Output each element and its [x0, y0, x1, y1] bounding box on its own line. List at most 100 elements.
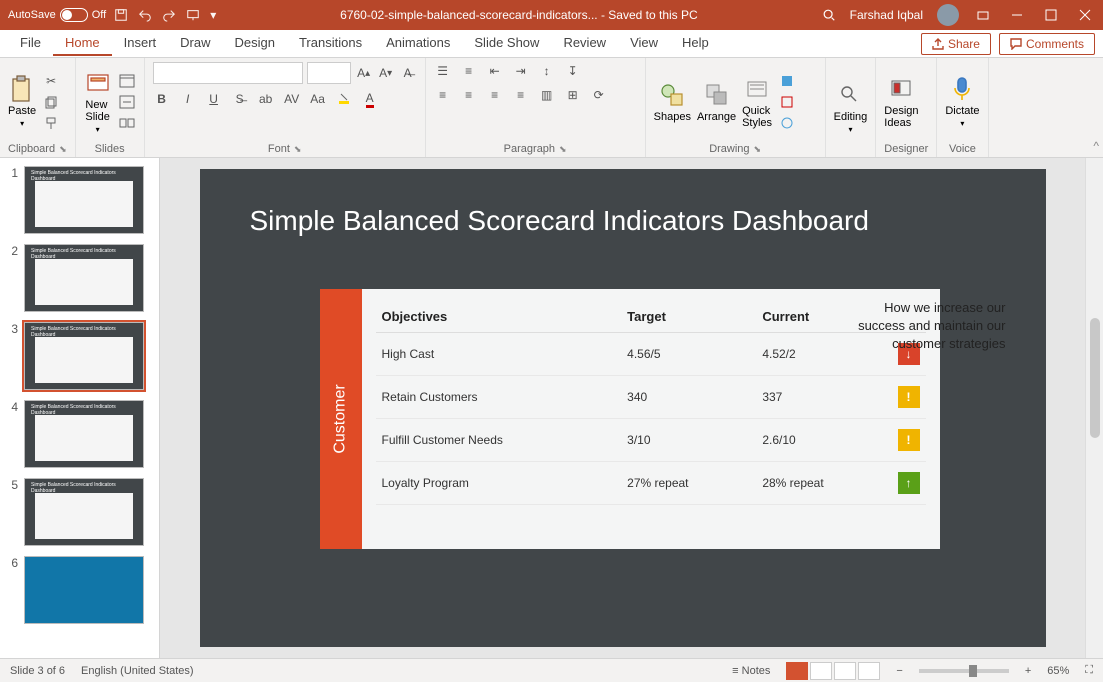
cut-icon[interactable]: ✂ [42, 72, 60, 90]
zoom-in-icon[interactable]: + [1025, 665, 1031, 677]
font-size-input[interactable] [307, 62, 351, 84]
save-icon[interactable] [114, 8, 128, 22]
comments-button[interactable]: Comments [999, 33, 1095, 55]
notes-button[interactable]: ≡ Notes [732, 665, 770, 677]
arrange-button[interactable]: Arrange [697, 81, 736, 123]
fit-window-icon[interactable]: ⛶ [1085, 664, 1093, 677]
zoom-slider[interactable] [919, 669, 1009, 673]
shape-outline-icon[interactable] [778, 93, 796, 111]
bold-icon[interactable]: B [153, 90, 171, 108]
ribbon-options-icon[interactable] [973, 5, 993, 25]
shape-effects-icon[interactable] [778, 114, 796, 132]
tab-animations[interactable]: Animations [374, 31, 462, 56]
slide-title[interactable]: Simple Balanced Scorecard Indicators Das… [250, 205, 869, 237]
section-icon[interactable] [118, 114, 136, 132]
thumbnail-3[interactable]: 3Simple Balanced Scorecard Indicators Da… [4, 322, 155, 390]
italic-icon[interactable]: I [179, 90, 197, 108]
font-color-icon[interactable]: A [361, 90, 379, 108]
dictate-button[interactable]: Dictate▾ [945, 75, 979, 128]
thumbnail-2[interactable]: 2Simple Balanced Scorecard Indicators Da… [4, 244, 155, 312]
format-painter-icon[interactable] [42, 114, 60, 132]
dialog-launcher-icon[interactable]: ⬊ [294, 144, 302, 155]
numbering-icon[interactable]: ≡ [460, 62, 478, 80]
zoom-out-icon[interactable]: − [896, 665, 902, 677]
autosave-toggle[interactable]: AutoSave Off [8, 8, 106, 22]
font-name-input[interactable] [153, 62, 303, 84]
align-center-icon[interactable]: ≡ [460, 86, 478, 104]
design-ideas-button[interactable]: Design Ideas [884, 75, 918, 129]
autosave-state: Off [92, 9, 106, 21]
sorter-view-icon[interactable] [810, 662, 832, 680]
collapse-ribbon-icon[interactable]: ^ [1093, 139, 1099, 153]
tab-review[interactable]: Review [551, 31, 618, 56]
columns-icon[interactable]: ▥ [538, 86, 556, 104]
present-icon[interactable] [186, 8, 200, 22]
paste-button[interactable]: Paste▾ [8, 75, 36, 128]
line-spacing-icon[interactable]: ↕ [538, 62, 556, 80]
minimize-icon[interactable] [1007, 5, 1027, 25]
thumbnail-5[interactable]: 5Simple Balanced Scorecard Indicators Da… [4, 478, 155, 546]
slide-editor[interactable]: Simple Balanced Scorecard Indicators Das… [160, 158, 1085, 658]
tab-draw[interactable]: Draw [168, 31, 222, 56]
smartart-icon[interactable]: ⟳ [590, 86, 608, 104]
align-left-icon[interactable]: ≡ [434, 86, 452, 104]
side-description[interactable]: How we increase our success and maintain… [846, 299, 1006, 354]
share-button[interactable]: Share [921, 33, 991, 55]
align-text-icon[interactable]: ⊞ [564, 86, 582, 104]
tab-file[interactable]: File [8, 31, 53, 56]
undo-icon[interactable] [138, 8, 152, 22]
thumbnail-1[interactable]: 1Simple Balanced Scorecard Indicators Da… [4, 166, 155, 234]
editing-button[interactable]: Editing▾ [834, 81, 868, 134]
search-icon[interactable] [822, 8, 836, 22]
shapes-button[interactable]: Shapes [654, 81, 691, 123]
copy-icon[interactable] [42, 93, 60, 111]
dialog-launcher-icon[interactable]: ⬊ [754, 144, 762, 155]
case-icon[interactable]: Aa [309, 90, 327, 108]
thumbnail-6[interactable]: 6 [4, 556, 155, 624]
new-slide-button[interactable]: New Slide▾ [84, 69, 112, 134]
tab-slide-show[interactable]: Slide Show [462, 31, 551, 56]
vertical-scrollbar[interactable] [1085, 158, 1103, 658]
tab-transitions[interactable]: Transitions [287, 31, 374, 56]
quick-styles-button[interactable]: Quick Styles [742, 75, 772, 129]
highlight-icon[interactable] [335, 90, 353, 108]
tab-insert[interactable]: Insert [112, 31, 169, 56]
reading-view-icon[interactable] [834, 662, 856, 680]
shadow-icon[interactable]: ab [257, 90, 275, 108]
strike-icon[interactable]: S̶ [231, 90, 249, 108]
slide-canvas[interactable]: Simple Balanced Scorecard Indicators Das… [200, 169, 1046, 647]
justify-icon[interactable]: ≡ [512, 86, 530, 104]
more-icon[interactable]: ▾ [210, 8, 216, 22]
underline-icon[interactable]: U [205, 90, 223, 108]
layout-icon[interactable] [118, 72, 136, 90]
group-designer: Design Ideas Designer [876, 58, 937, 157]
align-right-icon[interactable]: ≡ [486, 86, 504, 104]
increase-font-icon[interactable]: A▴ [355, 64, 373, 82]
thumbnail-4[interactable]: 4Simple Balanced Scorecard Indicators Da… [4, 400, 155, 468]
slide-counter[interactable]: Slide 3 of 6 [10, 665, 65, 677]
shape-fill-icon[interactable] [778, 72, 796, 90]
reset-icon[interactable] [118, 93, 136, 111]
zoom-value[interactable]: 65% [1047, 665, 1069, 677]
tab-home[interactable]: Home [53, 31, 112, 56]
bullets-icon[interactable]: ☰ [434, 62, 452, 80]
spacing-icon[interactable]: AV [283, 90, 301, 108]
normal-view-icon[interactable] [786, 662, 808, 680]
tab-view[interactable]: View [618, 31, 670, 56]
redo-icon[interactable] [162, 8, 176, 22]
language-label[interactable]: English (United States) [81, 665, 194, 677]
indent-increase-icon[interactable]: ⇥ [512, 62, 530, 80]
scorecard-table: ObjectivesTargetCurrent High Cast4.56/54… [376, 301, 926, 505]
decrease-font-icon[interactable]: A▾ [377, 64, 395, 82]
clear-format-icon[interactable]: A̶ [399, 64, 417, 82]
slideshow-view-icon[interactable] [858, 662, 880, 680]
close-icon[interactable] [1075, 5, 1095, 25]
dialog-launcher-icon[interactable]: ⬊ [59, 144, 67, 155]
indent-decrease-icon[interactable]: ⇤ [486, 62, 504, 80]
tab-design[interactable]: Design [223, 31, 287, 56]
avatar[interactable] [937, 4, 959, 26]
dialog-launcher-icon[interactable]: ⬊ [559, 144, 567, 155]
text-direction-icon[interactable]: ↧ [564, 62, 582, 80]
maximize-icon[interactable] [1041, 5, 1061, 25]
tab-help[interactable]: Help [670, 31, 721, 56]
